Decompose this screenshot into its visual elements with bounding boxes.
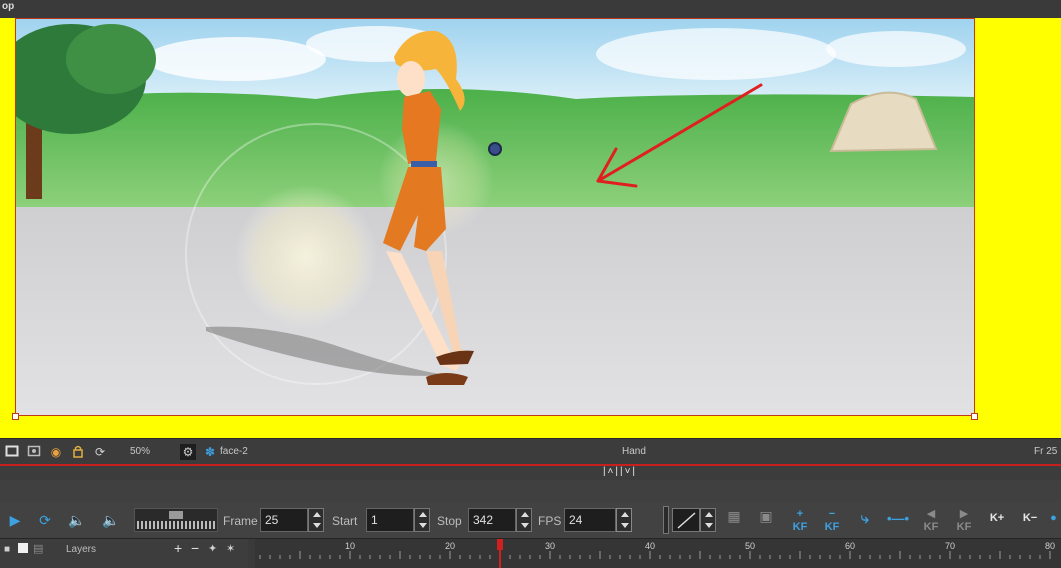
fps-dropdown-icon[interactable]	[616, 508, 632, 532]
timeline-panel: ■ ▤ Layers + − ✦ ✶ 10 20 30 40 50 60 70 80	[0, 538, 1061, 568]
camera-name[interactable]: face-2	[220, 446, 248, 457]
pivot-point[interactable]	[488, 142, 502, 156]
ruler-tick-label: 30	[545, 541, 555, 551]
more-tools-icon[interactable]: ●	[1046, 512, 1061, 538]
timeline-ruler[interactable]: 10 20 30 40 50 60 70 80	[255, 539, 1061, 568]
cog-blue-icon[interactable]: ✽	[202, 444, 218, 460]
camera-frame[interactable]	[15, 18, 975, 416]
layer-options-icon[interactable]: ✶	[226, 542, 235, 555]
cloud	[596, 28, 836, 80]
tree-foliage	[66, 24, 156, 94]
stop-stepper[interactable]	[516, 508, 532, 532]
collapse-grip[interactable]: |˄||˅|	[594, 466, 646, 478]
cloud	[826, 31, 966, 67]
frame-stepper[interactable]	[308, 508, 324, 532]
key-minus-button[interactable]: K−	[1018, 512, 1042, 538]
ruler-tick-label: 60	[845, 541, 855, 551]
speaker-s-icon[interactable]: 🔈	[100, 510, 122, 530]
frame-handle-br[interactable]	[971, 413, 978, 420]
square-icon[interactable]	[4, 444, 20, 460]
visibility-icon[interactable]	[18, 543, 28, 553]
frame-indicator: Fr 25	[1034, 446, 1058, 457]
scrub-handle[interactable]	[169, 511, 183, 519]
remove-layer-icon[interactable]: −	[191, 540, 199, 556]
playback-toolbar: ▶ ⟳ 🔈 🔈 Frame 25 Start 1 Stop 342 FPS 24…	[0, 502, 1061, 538]
character-face	[397, 61, 425, 97]
loop-icon[interactable]: ⟳	[34, 510, 56, 530]
stop-label: Stop	[437, 514, 462, 528]
ruler-tick-label: 70	[945, 541, 955, 551]
speaker-icon[interactable]: 🔈	[66, 510, 88, 530]
ruler-tick-label: 10	[345, 541, 355, 551]
onion-icon[interactable]: ◉	[48, 444, 64, 460]
ruler-tick-label: 80	[1045, 541, 1055, 551]
ruler-tick-label: 50	[745, 541, 755, 551]
rotate-icon[interactable]: ⟳	[92, 444, 108, 460]
view-toolbar: ◉ ⟳ 50% ⚙ ✽ face-2 Hand Fr 25	[0, 438, 1061, 464]
character-belt	[411, 161, 437, 167]
add-keyframe-button[interactable]: + KF	[788, 508, 812, 534]
fps-label: FPS	[538, 514, 562, 528]
next-keyframe-button[interactable]: ▶ KF	[952, 508, 976, 534]
lens-flare	[234, 185, 378, 329]
character-shirt	[402, 91, 441, 164]
layers-header: ■ ▤ Layers + − ✦ ✶	[0, 539, 248, 568]
frame-input[interactable]: 25	[260, 508, 308, 532]
gear-icon[interactable]: ⚙	[180, 444, 196, 460]
play-icon[interactable]: ▶	[4, 510, 26, 530]
toolbar-divider	[663, 506, 669, 534]
start-input[interactable]: 1	[366, 508, 414, 532]
ruler-tick-label: 40	[645, 541, 655, 551]
camera-icon[interactable]	[26, 444, 42, 460]
start-label: Start	[332, 514, 358, 528]
start-stepper[interactable]	[414, 508, 430, 532]
layer-effects-icon[interactable]: ✦	[208, 542, 217, 555]
frame-handle-bl[interactable]	[12, 413, 19, 420]
layers-label: Layers	[66, 544, 97, 555]
active-tool-label: Hand	[622, 446, 646, 457]
fps-select[interactable]: 24	[564, 508, 616, 532]
cloud	[146, 37, 326, 81]
lock-icon[interactable]	[70, 444, 86, 460]
stage-area[interactable]	[0, 18, 1061, 438]
film-icon[interactable]: ▣	[754, 509, 778, 536]
panel-splitter[interactable]: |˄||˅|	[0, 466, 1061, 480]
window-titlebar: op	[0, 0, 1061, 18]
interpolation-select[interactable]	[672, 508, 700, 532]
road	[16, 207, 974, 415]
scrub-slider[interactable]	[134, 508, 218, 532]
prev-keyframe-button[interactable]: ◀ KF	[919, 508, 943, 534]
ruler-ticks: 10 20 30 40 50 60 70 80	[259, 539, 1055, 568]
frame-label: Frame	[223, 514, 258, 528]
ruler-tick-label: 20	[445, 541, 455, 551]
lock-icon[interactable]: ■	[4, 544, 10, 555]
clear-frame-icon[interactable]: ▦	[722, 509, 746, 536]
stop-input[interactable]: 342	[468, 508, 516, 532]
add-layer-icon[interactable]: +	[174, 540, 182, 556]
key-plus-button[interactable]: K+	[985, 512, 1009, 538]
window-title: op	[2, 1, 15, 12]
layer-filter-icon[interactable]: ▤	[33, 542, 43, 555]
interpolation-dropdown-icon[interactable]	[700, 508, 716, 532]
linear-path-icon[interactable]: •—•	[886, 512, 910, 538]
zoom-level[interactable]: 50%	[130, 446, 150, 457]
toolbar-spacer	[0, 480, 1061, 502]
scene-canvas[interactable]	[16, 19, 975, 416]
motion-path-icon[interactable]: ⤷	[853, 511, 877, 538]
remove-keyframe-button[interactable]: − KF	[820, 508, 844, 534]
